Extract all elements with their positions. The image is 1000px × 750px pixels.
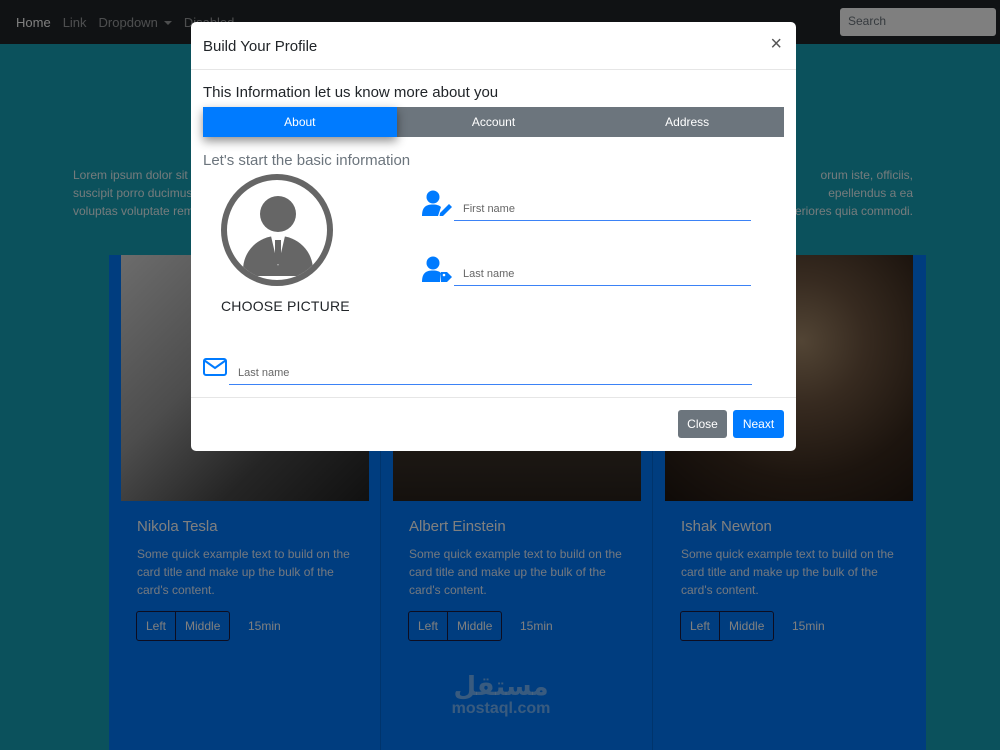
tab-account[interactable]: Account — [397, 107, 591, 137]
section-subtitle: Let's start the basic information — [203, 152, 411, 169]
first-name-field[interactable]: First name — [454, 197, 751, 221]
profile-tabs: About Account Address — [203, 107, 784, 137]
email-field[interactable]: Last name — [229, 361, 752, 385]
close-button[interactable]: Close — [678, 410, 727, 438]
envelope-icon — [203, 358, 227, 376]
next-button[interactable]: Neaxt — [733, 410, 784, 438]
modal-header: Build Your Profile × — [191, 22, 796, 70]
choose-picture-button[interactable]: CHOOSE PICTURE — [221, 298, 350, 314]
close-icon[interactable]: × — [770, 34, 782, 54]
last-name-field[interactable]: Last name — [454, 262, 751, 286]
profile-modal: Build Your Profile × This Information le… — [191, 22, 796, 451]
tab-address[interactable]: Address — [590, 107, 784, 137]
user-edit-icon — [422, 190, 452, 216]
tab-about[interactable]: About — [203, 107, 397, 137]
user-tag-icon — [422, 256, 452, 282]
avatar-icon[interactable] — [221, 174, 333, 286]
info-title: This Information let us know more about … — [203, 84, 499, 101]
modal-title: Build Your Profile — [203, 38, 318, 55]
